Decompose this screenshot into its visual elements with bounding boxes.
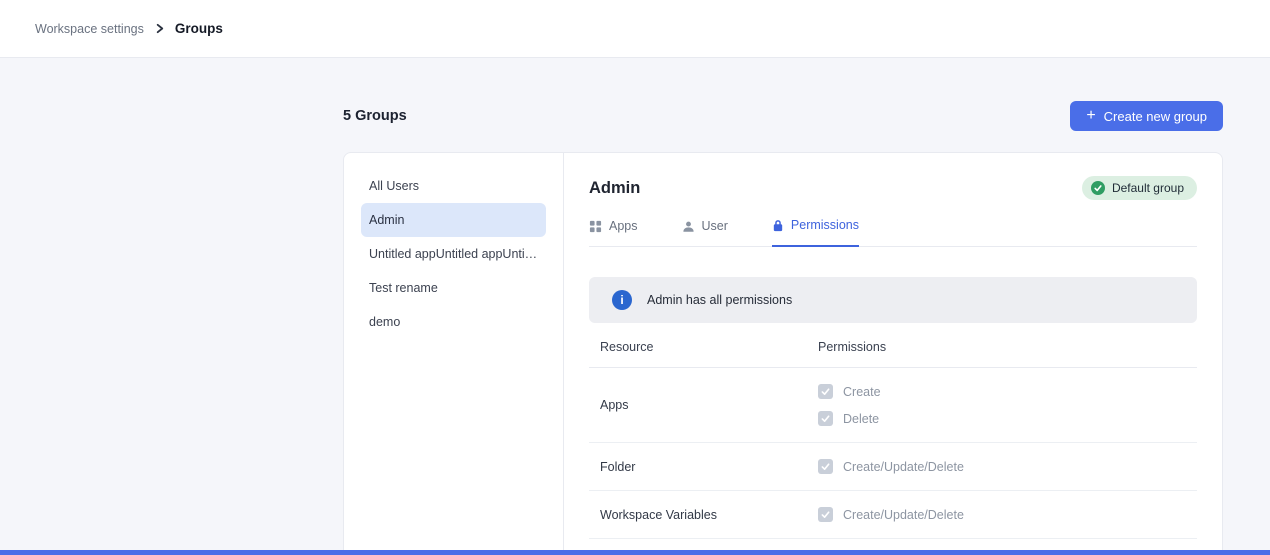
- create-new-group-label: Create new group: [1104, 109, 1207, 124]
- permissions-table-header: Resource Permissions: [589, 340, 1197, 368]
- permissions-table: Resource Permissions Apps Create: [589, 340, 1197, 539]
- group-item-label: Untitled appUntitled appUntitle…: [369, 247, 538, 261]
- checkbox-folder-checked-disabled[interactable]: [818, 459, 833, 474]
- permissions-info-banner: i Admin has all permissions: [589, 277, 1197, 323]
- resource-name: Workspace Variables: [600, 508, 810, 522]
- resource-name: Folder: [600, 460, 810, 474]
- tab-user-label: User: [702, 219, 728, 233]
- group-title: Admin: [589, 179, 640, 198]
- top-bar: Workspace settings Groups: [0, 0, 1270, 58]
- table-row-apps: Apps Create: [589, 368, 1197, 443]
- banner-text: Admin has all permissions: [647, 293, 792, 307]
- resource-name: Apps: [600, 398, 810, 412]
- checkbox-delete-checked-disabled[interactable]: [818, 411, 833, 426]
- default-group-badge-label: Default group: [1112, 181, 1184, 195]
- group-item-admin[interactable]: Admin: [361, 203, 546, 237]
- permission-apps-create: Create: [818, 384, 1197, 399]
- user-icon: [682, 220, 695, 233]
- breadcrumb: Workspace settings Groups: [35, 21, 223, 36]
- group-item-label: demo: [369, 315, 400, 329]
- group-item-test-rename[interactable]: Test rename: [361, 271, 546, 305]
- checkbox-workspace-variables-checked-disabled[interactable]: [818, 507, 833, 522]
- tab-permissions[interactable]: Permissions: [772, 218, 859, 247]
- group-item-label: Test rename: [369, 281, 438, 295]
- permission-label: Create/Update/Delete: [843, 460, 964, 474]
- tab-bar: Apps User Permissions: [589, 218, 1197, 247]
- group-item-label: All Users: [369, 179, 419, 193]
- resource-column-header: Resource: [600, 340, 810, 354]
- group-item-demo[interactable]: demo: [361, 305, 546, 339]
- tab-user[interactable]: User: [682, 218, 728, 247]
- create-new-group-button[interactable]: + Create new group: [1070, 101, 1223, 131]
- plus-icon: +: [1086, 108, 1095, 124]
- table-row-workspace-variables: Workspace Variables Create/Update/Delete: [589, 491, 1197, 539]
- info-icon: i: [612, 290, 632, 310]
- group-item-label: Admin: [369, 213, 404, 227]
- page-header: 5 Groups + Create new group: [343, 101, 1223, 131]
- group-item-all-users[interactable]: All Users: [361, 169, 546, 203]
- permission-apps-delete: Delete: [818, 411, 1197, 426]
- breadcrumb-workspace-settings[interactable]: Workspace settings: [35, 22, 144, 36]
- tab-apps[interactable]: Apps: [589, 218, 638, 247]
- permissions-column-header: Permissions: [810, 340, 1197, 354]
- bottom-accent-bar: [0, 550, 1270, 555]
- permission-workspace-variables-cud: Create/Update/Delete: [818, 507, 1197, 522]
- table-row-folder: Folder Create/Update/Delete: [589, 443, 1197, 491]
- default-group-badge: Default group: [1082, 176, 1197, 200]
- tab-apps-label: Apps: [609, 219, 638, 233]
- chevron-right-icon: [154, 23, 165, 34]
- check-circle-icon: [1091, 181, 1105, 195]
- checkbox-create-checked-disabled[interactable]: [818, 384, 833, 399]
- group-detail-pane: Admin Default group Apps: [564, 153, 1222, 554]
- groups-count: 5 Groups: [343, 108, 407, 124]
- groups-page: 5 Groups + Create new group All Users Ad…: [0, 101, 1270, 555]
- tab-permissions-label: Permissions: [791, 218, 859, 232]
- permission-label: Create/Update/Delete: [843, 508, 964, 522]
- group-list: All Users Admin Untitled appUntitled app…: [344, 153, 564, 554]
- group-detail-header: Admin Default group: [589, 173, 1197, 203]
- permission-label: Create: [843, 385, 881, 399]
- permission-label: Delete: [843, 412, 879, 426]
- group-item-untitled-app[interactable]: Untitled appUntitled appUntitle…: [361, 237, 546, 271]
- breadcrumb-current-groups: Groups: [175, 21, 223, 36]
- lock-icon: [772, 219, 784, 232]
- groups-card: All Users Admin Untitled appUntitled app…: [343, 152, 1223, 555]
- permission-folder-cud: Create/Update/Delete: [818, 459, 1197, 474]
- apps-grid-icon: [589, 220, 602, 233]
